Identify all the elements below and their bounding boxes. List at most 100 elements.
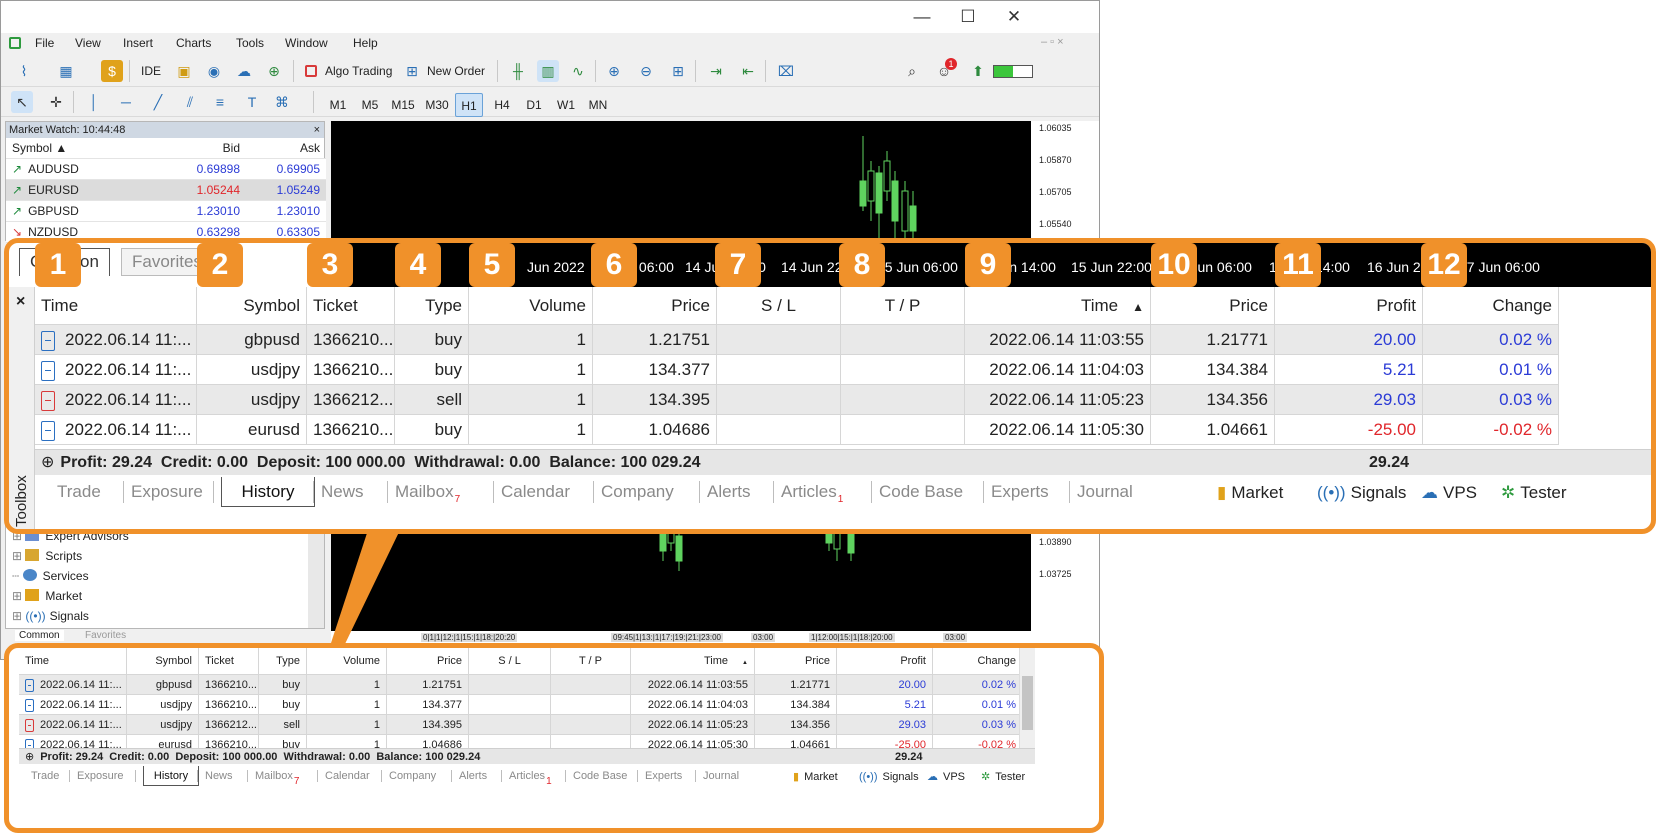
history-cell-sl[interactable] bbox=[469, 715, 551, 735]
globe-add-icon[interactable]: ⊕ bbox=[263, 60, 285, 82]
column-header-tp[interactable]: T / P bbox=[841, 287, 965, 325]
lock-icon[interactable]: ▣ bbox=[173, 60, 195, 82]
navigator-item-market[interactable]: ⊞ Market bbox=[12, 586, 82, 606]
history-cell-tp[interactable] bbox=[841, 325, 965, 355]
history-cell-volume[interactable]: 1 bbox=[469, 415, 593, 445]
history-cell-close-time[interactable]: 2022.06.14 11:05:30 bbox=[965, 415, 1151, 445]
toolbox-tab-market[interactable]: ▮ Market bbox=[793, 768, 838, 786]
toolbox-tab-code-base[interactable]: Code Base bbox=[879, 477, 963, 507]
history-cell-change[interactable]: 0.01 % bbox=[933, 695, 1023, 715]
timeframe-m1[interactable]: M1 bbox=[323, 93, 353, 117]
toolbox-tab-experts[interactable]: Experts bbox=[991, 477, 1049, 507]
toolbox-tab-tester[interactable]: ✲ Tester bbox=[981, 768, 1025, 786]
history-cell-time[interactable]: 2022.06.14 11:... bbox=[19, 715, 127, 735]
history-cell-profit[interactable]: 5.21 bbox=[837, 695, 933, 715]
history-cell-close-price[interactable]: 134.356 bbox=[755, 715, 837, 735]
menu-insert[interactable]: Insert bbox=[123, 36, 153, 50]
history-cell-price[interactable]: 1.21751 bbox=[387, 675, 469, 695]
toolbox-tab-articles[interactable]: Articles1 bbox=[781, 477, 843, 507]
history-cell-time[interactable]: 2022.06.14 11:... bbox=[35, 415, 197, 445]
column-header-bid[interactable]: Bid bbox=[166, 138, 246, 159]
toolbox-tab-articles[interactable]: Articles1 bbox=[509, 766, 552, 787]
history-cell-type[interactable]: buy bbox=[259, 675, 307, 695]
minimize-button[interactable]: — bbox=[899, 5, 945, 29]
menu-file[interactable]: File bbox=[35, 36, 54, 50]
history-cell-profit[interactable]: 20.00 bbox=[1275, 325, 1423, 355]
column-header-sl[interactable]: S / L bbox=[469, 648, 551, 675]
history-cell-volume[interactable]: 1 bbox=[469, 355, 593, 385]
scrollbar-thumb[interactable] bbox=[1022, 676, 1033, 730]
history-cell-close-time[interactable]: 2022.06.14 11:04:03 bbox=[965, 355, 1151, 385]
timeframe-d1[interactable]: D1 bbox=[519, 93, 549, 117]
history-cell-change[interactable]: -0.02 % bbox=[1423, 415, 1559, 445]
trendline-icon[interactable]: ╱ bbox=[147, 91, 169, 113]
auto-scroll-icon[interactable]: ⇥ bbox=[705, 60, 727, 82]
history-cell-profit[interactable]: 20.00 bbox=[837, 675, 933, 695]
toolbox-tab-exposure[interactable]: Exposure bbox=[77, 766, 123, 786]
history-cell-type[interactable]: buy bbox=[259, 695, 307, 715]
toolbox-tab-history[interactable]: History bbox=[221, 477, 315, 507]
history-cell-sl[interactable] bbox=[469, 695, 551, 715]
history-cell-close-price[interactable]: 134.384 bbox=[755, 695, 837, 715]
navigator-item-services[interactable]: ┄ Services bbox=[12, 566, 89, 586]
history-cell-tp[interactable] bbox=[551, 675, 631, 695]
history-cell-ticket[interactable]: 1366210... bbox=[307, 325, 395, 355]
toolbox-tab-code-base[interactable]: Code Base bbox=[573, 766, 627, 786]
history-cell-close-time[interactable]: 2022.06.14 11:03:55 bbox=[631, 675, 755, 695]
history-cell-sl[interactable] bbox=[469, 675, 551, 695]
history-cell-ticket[interactable]: 1366210... bbox=[199, 675, 259, 695]
toolbox-tab-company[interactable]: Company bbox=[601, 477, 674, 507]
timeframe-mn[interactable]: MN bbox=[583, 93, 613, 117]
timeframe-m30[interactable]: M30 bbox=[421, 93, 453, 117]
zoom-in-icon[interactable]: ⊕ bbox=[603, 60, 625, 82]
history-cell-volume[interactable]: 1 bbox=[469, 385, 593, 415]
toolbox-tab-news[interactable]: News bbox=[321, 477, 364, 507]
shapes-icon[interactable]: ⌘ bbox=[271, 91, 293, 113]
cursor-icon[interactable]: ↖ bbox=[11, 91, 33, 113]
tile-windows-icon[interactable]: ⊞ bbox=[667, 60, 689, 82]
history-cell-price[interactable]: 134.395 bbox=[593, 385, 717, 415]
column-header-ask[interactable]: Ask bbox=[246, 138, 326, 159]
toolbox-tab-market[interactable]: ▮ Market bbox=[1217, 479, 1283, 507]
column-header-tp[interactable]: T / P bbox=[551, 648, 631, 675]
dollar-icon[interactable]: $ bbox=[101, 60, 123, 82]
history-cell-change[interactable]: 0.03 % bbox=[1423, 385, 1559, 415]
history-cell-price[interactable]: 1.21751 bbox=[593, 325, 717, 355]
toolbox-tab-experts[interactable]: Experts bbox=[645, 766, 682, 786]
history-cell-tp[interactable] bbox=[551, 695, 631, 715]
toolbox-tab-mailbox[interactable]: Mailbox7 bbox=[395, 477, 460, 507]
history-cell-time[interactable]: 2022.06.14 11:... bbox=[35, 385, 197, 415]
history-cell-ticket[interactable]: 1366210... bbox=[199, 695, 259, 715]
toolbox-tab-journal[interactable]: Journal bbox=[703, 766, 739, 786]
tab-common[interactable]: Common bbox=[15, 630, 64, 641]
column-header-type[interactable]: Type bbox=[395, 287, 469, 325]
history-cell-profit[interactable]: 5.21 bbox=[1275, 355, 1423, 385]
timeframe-m5[interactable]: M5 bbox=[355, 93, 385, 117]
history-cell-close-price[interactable]: 134.384 bbox=[1151, 355, 1275, 385]
column-header-close-time[interactable]: Time ▲ bbox=[965, 287, 1151, 325]
history-cell-symbol[interactable]: usdjpy bbox=[127, 695, 199, 715]
market-watch-symbol[interactable]: ↗ EURUSD bbox=[6, 180, 166, 201]
column-header-symbol[interactable]: Symbol ▲ bbox=[6, 138, 166, 159]
toolbox-tab-vps[interactable]: ☁ VPS bbox=[927, 768, 965, 786]
history-cell-price[interactable]: 1.04686 bbox=[593, 415, 717, 445]
history-cell-volume[interactable]: 1 bbox=[469, 325, 593, 355]
price-chart-top[interactable] bbox=[331, 121, 1031, 241]
menu-window[interactable]: Window bbox=[285, 36, 328, 50]
toolbox-tab-tester[interactable]: ✲ Tester bbox=[1501, 479, 1567, 507]
menu-charts[interactable]: Charts bbox=[176, 36, 211, 50]
zoom-out-icon[interactable]: ⊖ bbox=[635, 60, 657, 82]
menu-tools[interactable]: Tools bbox=[236, 36, 264, 50]
column-header-volume[interactable]: Volume bbox=[307, 648, 387, 675]
toolbox-tab-journal[interactable]: Journal bbox=[1077, 477, 1133, 507]
history-cell-sl[interactable] bbox=[717, 355, 841, 385]
history-cell-type[interactable]: buy bbox=[395, 325, 469, 355]
column-header-price[interactable]: Price bbox=[387, 648, 469, 675]
navigator-item-scripts[interactable]: ⊞ Scripts bbox=[12, 546, 82, 566]
toolbox-tab-signals[interactable]: ((•)) Signals bbox=[859, 768, 919, 786]
history-cell-tp[interactable] bbox=[551, 715, 631, 735]
toolbox-tab-trade[interactable]: Trade bbox=[31, 766, 59, 786]
history-cell-tp[interactable] bbox=[841, 415, 965, 445]
text-icon[interactable]: T bbox=[241, 91, 263, 113]
history-cell-type[interactable]: sell bbox=[395, 385, 469, 415]
